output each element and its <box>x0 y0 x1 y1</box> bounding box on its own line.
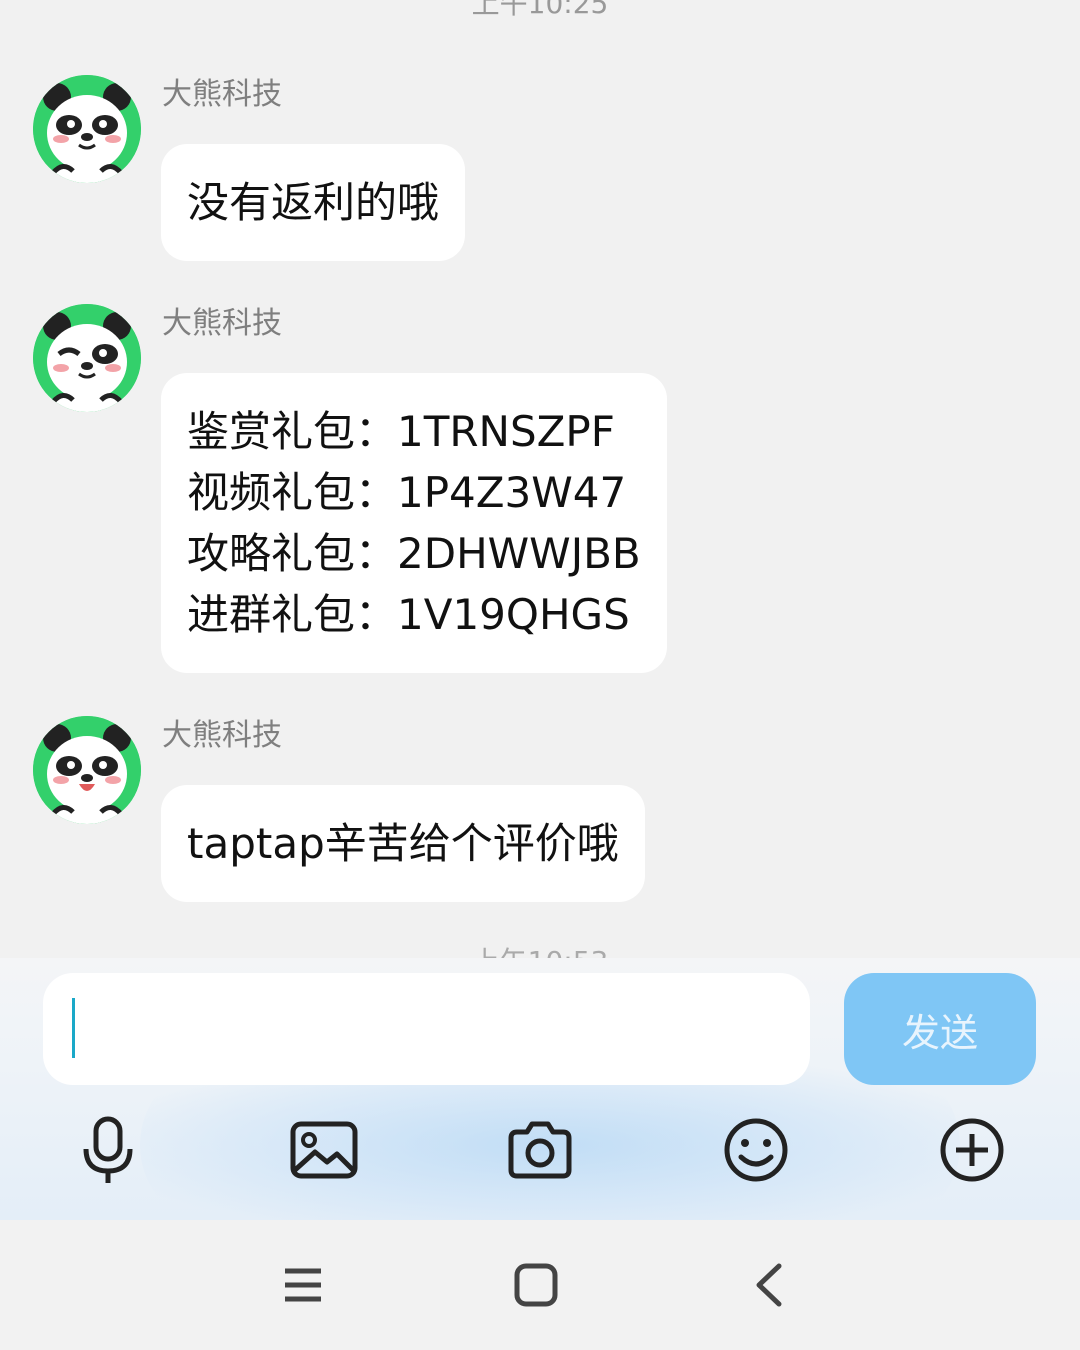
send-button[interactable]: 发送 <box>844 973 1036 1085</box>
camera-icon[interactable] <box>502 1112 578 1188</box>
chat-area[interactable]: 上午10:25 大熊科技 没有返利的哦 大熊科技 鉴赏礼包：1TRNSZPF 视… <box>0 0 1080 958</box>
image-icon[interactable] <box>286 1112 362 1188</box>
sender-name: 大熊科技 <box>162 77 282 112</box>
message-text: taptap辛苦给个评价哦 <box>187 819 619 868</box>
back-icon[interactable] <box>739 1255 799 1315</box>
message-input[interactable] <box>43 973 810 1085</box>
message-text: 没有返利的哦 <box>187 178 440 227</box>
sender-name: 大熊科技 <box>162 718 282 753</box>
message-text: 鉴赏礼包：1TRNSZPF <box>187 407 615 456</box>
plus-circle-icon[interactable] <box>934 1112 1010 1188</box>
microphone-icon[interactable] <box>70 1112 146 1188</box>
avatar[interactable] <box>33 75 141 183</box>
timestamp-top: 上午10:25 <box>471 0 609 20</box>
home-icon[interactable] <box>506 1255 566 1315</box>
message-bubble[interactable]: 鉴赏礼包：1TRNSZPF 视频礼包：1P4Z3W47 攻略礼包：2DHWWJB… <box>161 373 667 673</box>
panda-avatar-icon <box>33 75 141 183</box>
message-text: 攻略礼包：2DHWWJBB <box>187 529 641 578</box>
emoji-icon[interactable] <box>718 1112 794 1188</box>
avatar[interactable] <box>33 304 141 412</box>
sender-name: 大熊科技 <box>162 306 282 341</box>
message-text: 视频礼包：1P4Z3W47 <box>187 468 627 517</box>
message-bubble[interactable]: taptap辛苦给个评价哦 <box>161 785 645 902</box>
menu-icon[interactable] <box>273 1255 333 1315</box>
panda-avatar-icon <box>33 716 141 824</box>
message-bubble[interactable]: 没有返利的哦 <box>161 144 466 261</box>
timestamp-bottom: 上午10:53 <box>0 940 1080 958</box>
message-text: 进群礼包：1V19QHGS <box>187 590 630 639</box>
text-caret <box>72 998 75 1058</box>
avatar[interactable] <box>33 716 141 824</box>
panda-avatar-icon <box>33 304 141 412</box>
